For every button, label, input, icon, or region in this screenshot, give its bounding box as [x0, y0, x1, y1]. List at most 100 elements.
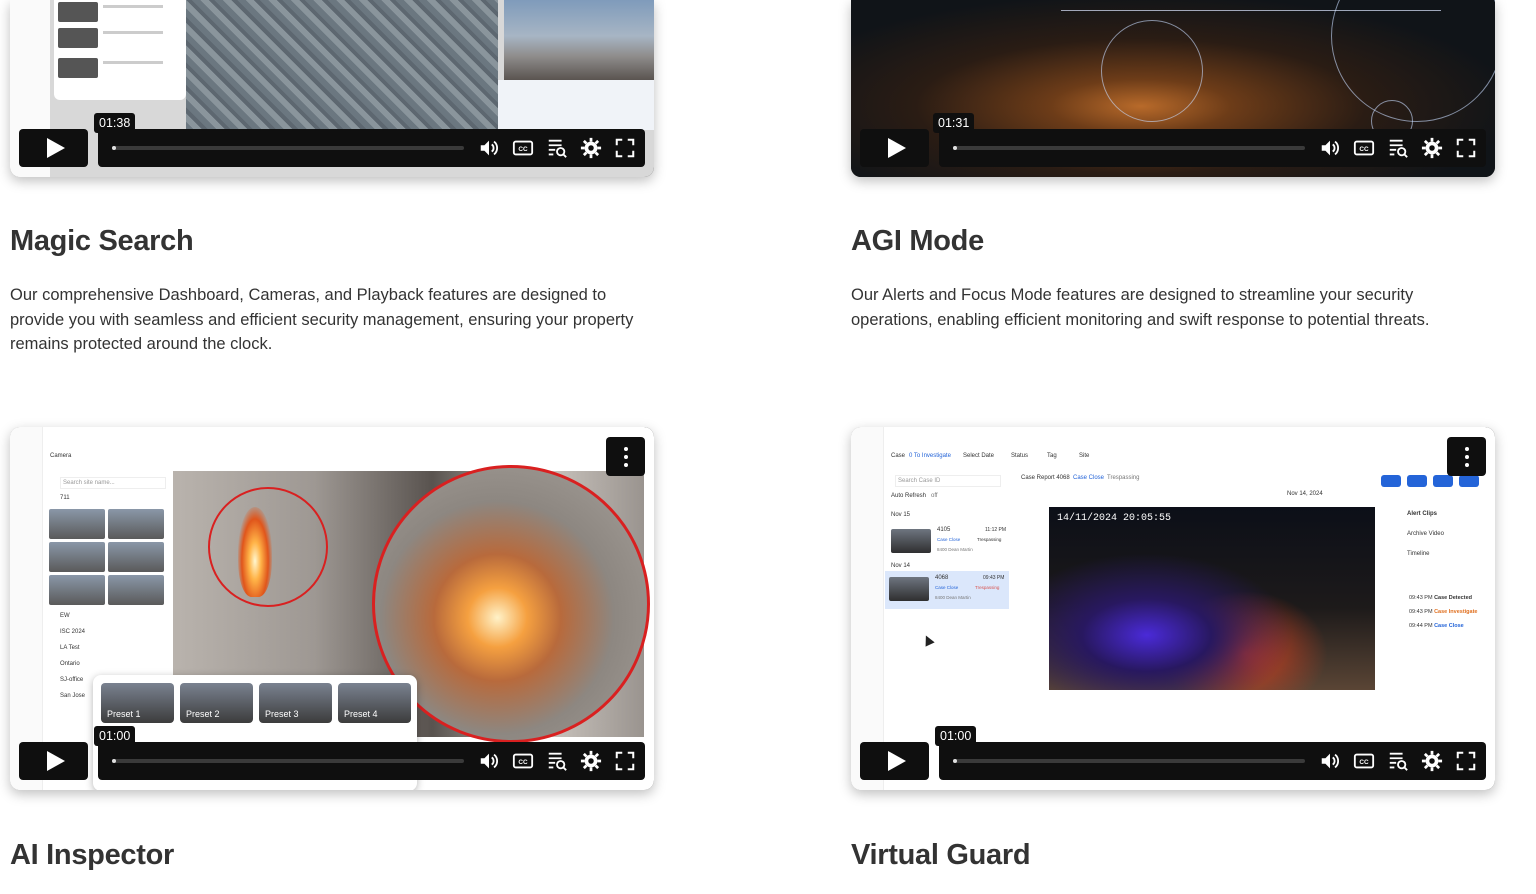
volume-icon[interactable] — [477, 749, 501, 773]
svg-text:CC: CC — [1359, 759, 1369, 766]
captions-icon[interactable]: CC — [511, 136, 535, 160]
camera-info-panel — [498, 80, 654, 130]
list-item — [58, 2, 170, 24]
auto-refresh-state: off — [931, 493, 938, 499]
tree-item: Ontario — [60, 661, 80, 667]
control-bar: CC — [98, 742, 645, 780]
case-list-item[interactable]: 4105 11:12 PM Case Close Trespassing 840… — [887, 523, 1011, 561]
screen-header: Case — [891, 453, 906, 459]
site-search-input: Search site name... — [60, 477, 166, 489]
captions-icon[interactable]: CC — [511, 749, 535, 773]
download-button[interactable] — [1381, 475, 1401, 487]
feature-title: AGI Mode — [851, 225, 984, 257]
preset-thumb[interactable]: Preset 4 — [338, 683, 411, 723]
group-label: Nov 14 — [891, 563, 911, 569]
case-timeline-log: 09:43 PM Case Detected 09:43 PM Case Inv… — [1409, 595, 1489, 637]
tab-alert-clips[interactable]: Alert Clips — [1407, 511, 1487, 517]
play-icon — [46, 751, 65, 771]
filter-chip: Tag — [1047, 453, 1057, 459]
camera-preview — [504, 0, 654, 80]
tree-item: San Jose — [60, 693, 86, 699]
fullscreen-icon[interactable] — [1454, 749, 1478, 773]
svg-text:CC: CC — [1359, 146, 1369, 153]
captions-icon[interactable]: CC — [1352, 136, 1376, 160]
captions-icon[interactable]: CC — [1352, 749, 1376, 773]
log-entry: 09:43 PM Case Investigate — [1409, 609, 1478, 615]
player-controls: CC — [860, 742, 1486, 780]
case-search-input: Search Case ID — [895, 475, 1001, 487]
play-button[interactable] — [19, 742, 88, 780]
control-bar: CC — [98, 129, 645, 167]
fullscreen-icon[interactable] — [1454, 136, 1478, 160]
feature-title: Virtual Guard — [851, 839, 1031, 871]
video-player-virtual-guard[interactable]: Case 0 To Investigate Select Date Status… — [851, 427, 1495, 790]
report-status: Case Close — [1073, 475, 1105, 481]
svg-text:CC: CC — [518, 146, 528, 153]
tab-timeline[interactable]: Timeline — [1407, 551, 1487, 557]
video-player-ai-inspector[interactable]: Camera Search site name... 711 EW ISC 20… — [10, 427, 654, 790]
volume-icon[interactable] — [1318, 136, 1342, 160]
card-ai-inspector: Camera Search site name... 711 EW ISC 20… — [10, 427, 654, 871]
feature-description: Our Alerts and Focus Mode features are d… — [851, 286, 1430, 329]
tree-item: 711 — [60, 495, 70, 501]
transcript-icon[interactable] — [1386, 749, 1410, 773]
auto-refresh-label: Auto Refresh — [891, 493, 927, 499]
card-agi-mode: AI surveillance technology 01:31 CC AGI … — [851, 0, 1495, 329]
report-date: Nov 14, 2024 — [1287, 491, 1323, 497]
settings-gear-icon[interactable] — [579, 136, 603, 160]
video-player-agi-mode[interactable]: AI surveillance technology 01:31 CC — [851, 0, 1495, 177]
transcript-icon[interactable] — [545, 749, 569, 773]
seek-bar[interactable] — [112, 759, 464, 763]
more-options-button[interactable] — [1447, 437, 1486, 476]
feature-title: Magic Search — [10, 225, 194, 257]
volume-icon[interactable] — [1318, 749, 1342, 773]
share-button[interactable] — [1433, 475, 1453, 487]
play-button[interactable] — [19, 129, 88, 167]
video-player-magic-search[interactable]: for a person with a vest. 01:38 CC — [10, 0, 654, 177]
settings-gear-icon[interactable] — [1420, 136, 1444, 160]
control-bar: CC — [939, 129, 1486, 167]
svg-text:CC: CC — [518, 759, 528, 766]
seek-bar[interactable] — [953, 759, 1305, 763]
video-timestamp: 14/11/2024 20:05:55 — [1057, 513, 1172, 524]
fullscreen-icon[interactable] — [613, 749, 637, 773]
case-list-item[interactable]: 4068 09:43 PM Case Close Trespassing 840… — [885, 571, 1009, 609]
satellite-map — [186, 0, 498, 130]
feature-description: Our comprehensive Dashboard, Cameras, an… — [10, 286, 634, 353]
feature-title: AI Inspector — [10, 839, 174, 871]
player-controls: CC — [19, 129, 645, 167]
more-options-button[interactable] — [606, 437, 645, 476]
filter-chip: Select Date — [963, 453, 995, 459]
task-list — [54, 0, 186, 100]
tree-item: ISC 2024 — [60, 629, 86, 635]
app-sidebar — [10, 427, 43, 790]
tab-archive-video[interactable]: Archive Video — [1407, 531, 1487, 537]
report-title: Case Report 4068 — [1021, 475, 1070, 481]
play-button[interactable] — [860, 742, 929, 780]
preset-thumb[interactable]: Preset 3 — [259, 683, 332, 723]
export-button[interactable] — [1407, 475, 1427, 487]
settings-gear-icon[interactable] — [579, 749, 603, 773]
settings-gear-icon[interactable] — [1420, 749, 1444, 773]
play-button[interactable] — [860, 129, 929, 167]
report-tag: Trespassing — [1107, 475, 1140, 481]
card-virtual-guard: Case 0 To Investigate Select Date Status… — [851, 427, 1495, 871]
seek-bar[interactable] — [953, 146, 1305, 150]
filter-chip: Site — [1079, 453, 1090, 459]
play-icon — [887, 138, 906, 158]
player-controls: CC — [19, 742, 645, 780]
tree-item: SJ-office — [60, 677, 84, 683]
volume-icon[interactable] — [477, 136, 501, 160]
fullscreen-icon[interactable] — [613, 136, 637, 160]
preset-thumb[interactable]: Preset 1 — [101, 683, 174, 723]
play-icon — [887, 751, 906, 771]
alert-button[interactable] — [1459, 475, 1479, 487]
detection-circle-small — [208, 487, 328, 607]
transcript-icon[interactable] — [1386, 136, 1410, 160]
preset-thumb[interactable]: Preset 2 — [180, 683, 253, 723]
filter-chip: 0 To Investigate — [909, 453, 951, 459]
seek-bar[interactable] — [112, 146, 464, 150]
app-sidebar — [851, 427, 884, 790]
report-tabs: Alert Clips Archive Video Timeline — [1407, 511, 1487, 571]
transcript-icon[interactable] — [545, 136, 569, 160]
